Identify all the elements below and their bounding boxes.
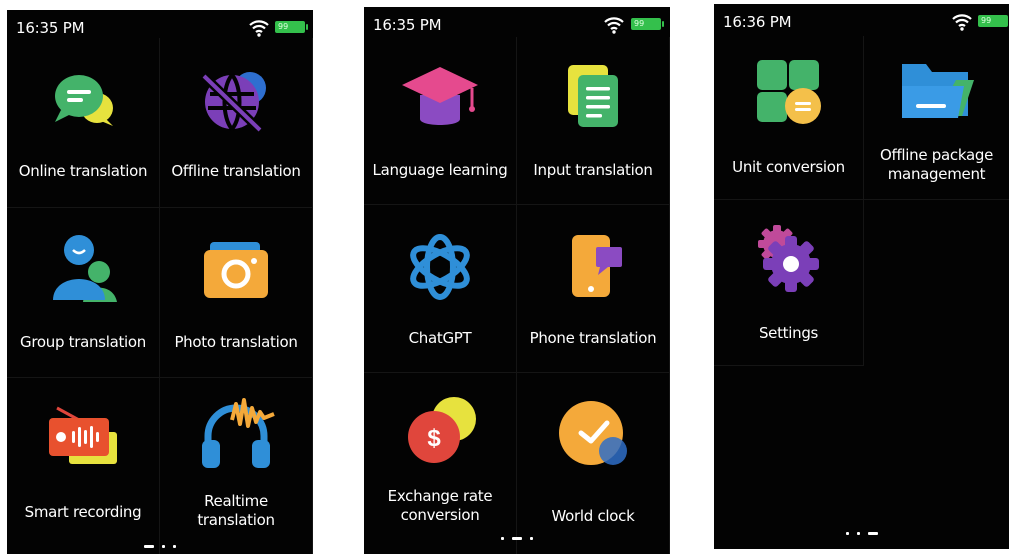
app-offline-translation[interactable]: Offline translation	[160, 38, 313, 208]
page-indicator	[714, 526, 1009, 540]
app-label: World clock	[551, 507, 635, 525]
app-label: ChatGPT	[408, 329, 472, 347]
app-smart-recording[interactable]: Smart recording	[7, 378, 160, 554]
group-users-icon	[53, 235, 117, 302]
app-label: Group translation	[20, 333, 146, 351]
app-unit-conversion[interactable]: Unit conversion	[714, 36, 864, 200]
phone-screen-3: 16:36 PM 99 Unit conversion Offline pack…	[714, 4, 1009, 549]
gear-icon	[757, 225, 819, 292]
wifi-icon	[604, 17, 624, 34]
app-label: Smart recording	[24, 503, 142, 521]
battery-icon: 99	[275, 21, 308, 33]
app-label: Photo translation	[174, 333, 298, 351]
app-world-clock[interactable]: World clock	[517, 373, 670, 554]
app-realtime-translation[interactable]: Realtime translation	[160, 378, 313, 554]
phone-screen-1: 16:35 PM 99 Online translation Offline t…	[7, 10, 313, 554]
battery-icon: 99	[631, 18, 664, 30]
app-chatgpt[interactable]: ChatGPT	[364, 205, 517, 373]
app-label: Online translation	[18, 162, 148, 180]
svg-text:$: $	[427, 425, 441, 452]
app-label: Offline translation	[171, 162, 301, 180]
wifi-icon	[249, 20, 269, 37]
battery-level: 99	[634, 19, 645, 28]
battery-level: 99	[981, 16, 992, 25]
app-offline-package-management[interactable]: Offline package management	[864, 36, 1009, 200]
document-icon	[568, 65, 618, 127]
app-photo-translation[interactable]: Photo translation	[160, 208, 313, 378]
app-group-translation[interactable]: Group translation	[7, 208, 160, 378]
app-language-learning[interactable]: Language learning	[364, 37, 517, 205]
phone-screen-2: 16:35 PM 99 Language learning Input tran…	[364, 7, 670, 554]
clock-icon	[559, 401, 627, 465]
graduation-cap-icon	[402, 67, 478, 125]
folder-icon	[901, 64, 974, 118]
radio-recorder-icon	[49, 406, 117, 464]
app-label: Language learning	[372, 161, 508, 179]
app-label: Unit conversion	[732, 158, 845, 176]
chatgpt-logo-icon	[410, 234, 470, 300]
app-phone-translation[interactable]: Phone translation	[517, 205, 670, 373]
app-label: Phone translation	[529, 329, 657, 347]
app-input-translation[interactable]: Input translation	[517, 37, 670, 205]
status-time: 16:35 PM	[373, 16, 442, 34]
status-time: 16:36 PM	[723, 13, 792, 31]
app-label: Realtime translation	[197, 492, 275, 529]
app-label: Exchange rate conversion	[387, 487, 493, 524]
app-label: Offline package management	[879, 146, 994, 183]
page-indicator	[364, 531, 670, 545]
battery-icon: 99	[978, 15, 1008, 27]
app-online-translation[interactable]: Online translation	[7, 38, 160, 208]
app-label: Settings	[758, 324, 819, 342]
globe-offline-icon	[200, 72, 266, 134]
page-indicator	[7, 539, 313, 553]
camera-icon	[204, 242, 268, 298]
app-label: Input translation	[533, 161, 653, 179]
wifi-icon	[952, 14, 972, 31]
headphones-icon	[202, 398, 275, 468]
app-exchange-rate-conversion[interactable]: $ Exchange rate conversion	[364, 373, 517, 554]
currency-coin-icon: $	[408, 397, 476, 463]
phone-chat-icon	[572, 235, 622, 297]
chat-bubbles-icon	[55, 75, 113, 126]
app-settings[interactable]: Settings	[714, 200, 864, 366]
battery-level: 99	[278, 22, 289, 31]
status-time: 16:35 PM	[16, 19, 85, 37]
unit-grid-icon	[756, 60, 821, 124]
